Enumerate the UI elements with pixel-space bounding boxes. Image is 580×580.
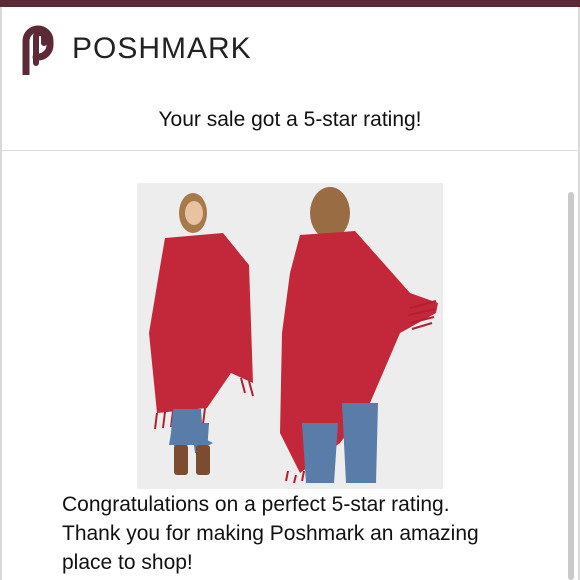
product-photo-front[interactable] xyxy=(137,183,261,489)
brand-wordmark: POSHMARK xyxy=(72,32,252,65)
congratulations-message: Congratulations on a perfect 5-star rati… xyxy=(62,490,532,577)
top-accent-bar xyxy=(0,0,580,7)
product-photo-back[interactable] xyxy=(260,183,443,489)
message-line-3: place to shop! xyxy=(62,551,193,574)
brand-header[interactable]: POSHMARK xyxy=(16,22,252,76)
poncho-front-illustration xyxy=(137,183,261,489)
message-line-2: Thank you for making Poshmark an amazing xyxy=(62,522,479,545)
vertical-scrollbar[interactable] xyxy=(568,192,574,580)
poncho-back-illustration xyxy=(260,183,443,489)
rating-headline: Your sale got a 5-star rating! xyxy=(158,108,422,131)
poshmark-logo-icon xyxy=(22,25,54,75)
frame-left-edge xyxy=(0,7,2,580)
message-line-1: Congratulations on a perfect 5-star rati… xyxy=(62,493,450,516)
header-divider xyxy=(0,150,580,151)
